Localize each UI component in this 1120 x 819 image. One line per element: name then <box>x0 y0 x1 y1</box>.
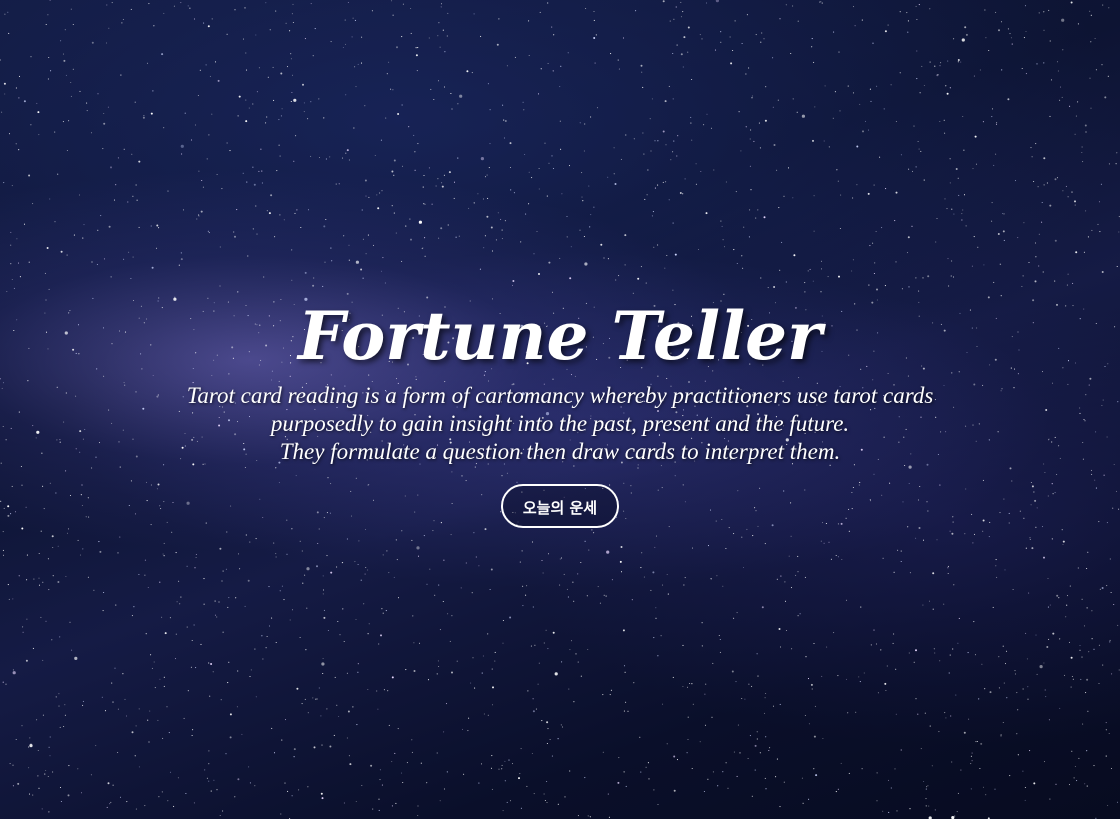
hero-description: Tarot card reading is a form of cartoman… <box>0 382 1120 466</box>
description-line: They formulate a question then draw card… <box>279 439 841 464</box>
hero-section: Fortune Teller Tarot card reading is a f… <box>0 0 1120 819</box>
description-line: purposedly to gain insight into the past… <box>270 411 850 436</box>
hero-content: Fortune Teller Tarot card reading is a f… <box>0 290 1120 528</box>
todays-fortune-button[interactable]: 오늘의 운세 <box>500 484 620 528</box>
page-title: Fortune Teller <box>298 297 822 375</box>
description-line: Tarot card reading is a form of cartoman… <box>186 383 934 408</box>
